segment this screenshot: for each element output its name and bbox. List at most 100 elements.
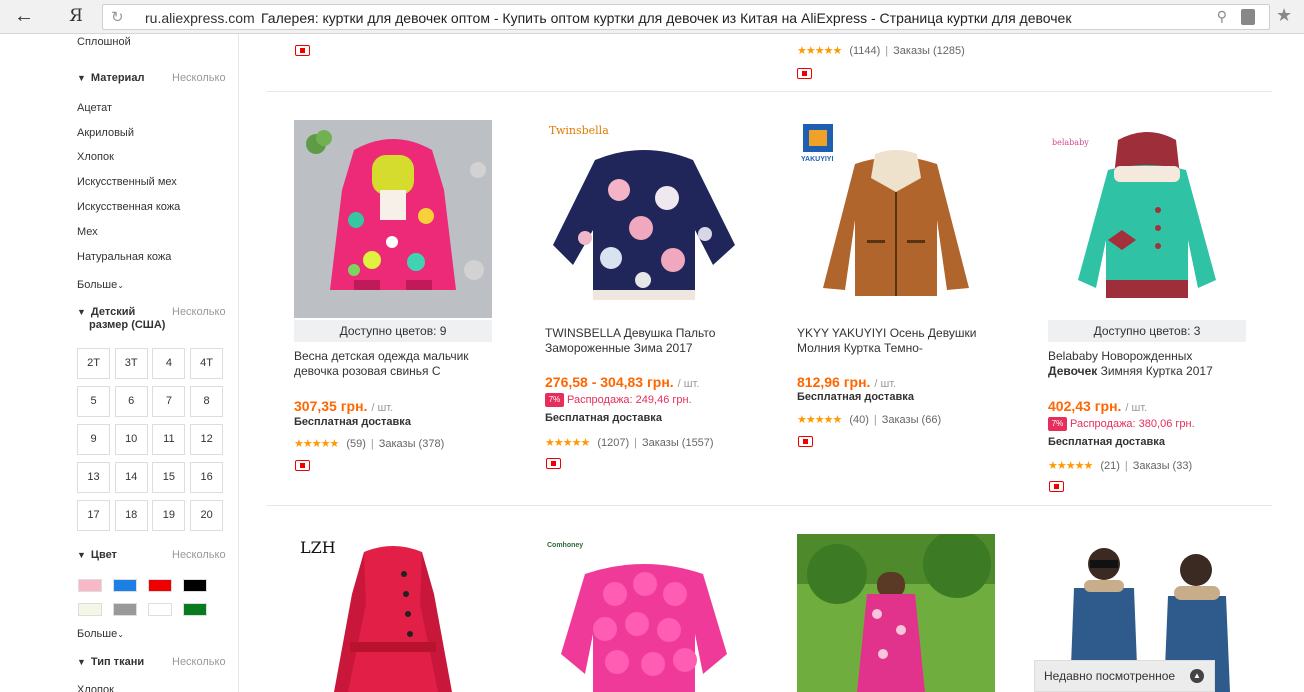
material-heading[interactable]: ▼ Материал <box>77 72 144 84</box>
video-icon[interactable] <box>1049 481 1064 492</box>
size-option[interactable]: 5 <box>77 386 110 417</box>
size-option[interactable]: 12 <box>190 424 224 455</box>
material-option[interactable]: Акриловый <box>77 127 134 139</box>
rating-stars: ★★★★★ <box>1048 460 1093 472</box>
color-heading[interactable]: ▼ Цвет <box>77 549 117 561</box>
product-title[interactable]: YKYY YAKUYIYI Осень Девушки Молния Куртк… <box>797 326 997 356</box>
back-arrow-icon[interactable]: ← <box>14 6 42 28</box>
size-option[interactable]: 11 <box>152 424 186 455</box>
fabric-option[interactable]: Хлопок <box>77 684 114 692</box>
size-option[interactable]: 18 <box>114 500 148 531</box>
size-option[interactable]: 20 <box>190 500 224 531</box>
size-option[interactable]: 3T <box>114 348 148 379</box>
brand-logo: YAKUYIYI <box>801 156 834 163</box>
color-swatch[interactable] <box>183 579 207 592</box>
color-multi[interactable]: Несколько <box>172 549 226 561</box>
size-option[interactable]: 7 <box>152 386 186 417</box>
brand-logo: Comhoney <box>547 542 584 549</box>
size-option[interactable]: 4 <box>152 348 186 379</box>
rating-stars: ★★★★★ <box>797 45 842 57</box>
product-image[interactable]: Comhoney <box>545 534 743 692</box>
product-image[interactable]: YAKUYIYI <box>797 120 995 318</box>
size-option[interactable]: 15 <box>152 462 186 493</box>
browser-toolbar: ← Я ↻ ru.aliexpress.com Галерея: куртки … <box>0 0 1304 34</box>
size-option[interactable]: 8 <box>190 386 224 417</box>
free-shipping: Бесплатная доставка <box>294 416 411 428</box>
fabric-multi[interactable]: Несколько <box>172 656 226 668</box>
video-icon[interactable] <box>798 436 813 447</box>
orders-link[interactable]: Заказы (378) <box>379 438 445 450</box>
rating-stars: ★★★★★ <box>294 438 339 450</box>
size-option[interactable]: 10 <box>114 424 148 455</box>
video-icon[interactable] <box>797 68 812 79</box>
product-rating: ★★★★★ (59) | Заказы (378) <box>294 438 445 450</box>
material-option[interactable]: Искусственный мех <box>77 176 177 188</box>
sale-price: 7% Распродажа: 380,06 грн. <box>1048 417 1195 431</box>
size-option[interactable]: 2T <box>77 348 110 379</box>
size-option[interactable]: 9 <box>77 424 110 455</box>
material-option[interactable]: Хлопок <box>77 151 114 163</box>
color-swatch[interactable] <box>113 579 137 592</box>
chevron-up-icon[interactable]: ▲ <box>1190 669 1204 683</box>
product-gallery: ★★★★★ (1144) | Заказы (1285) Доступно цвето… <box>240 34 1304 692</box>
color-swatch[interactable] <box>148 603 172 616</box>
size-option[interactable]: 14 <box>114 462 148 493</box>
color-swatch[interactable] <box>78 579 102 592</box>
orders-link[interactable]: Заказы (66) <box>882 414 941 426</box>
size-multi[interactable]: Несколько <box>172 306 226 318</box>
url-domain: ru.aliexpress.com <box>145 10 255 26</box>
size-option[interactable]: 13 <box>77 462 110 493</box>
product-image[interactable]: Twinsbella <box>545 120 743 318</box>
yandex-logo[interactable]: Я <box>56 5 96 29</box>
material-multi[interactable]: Несколько <box>172 72 226 84</box>
orders-link[interactable]: Заказы (33) <box>1133 460 1192 472</box>
video-icon[interactable] <box>546 458 561 469</box>
size-option[interactable]: 4T <box>190 348 224 379</box>
size-option[interactable]: 19 <box>152 500 186 531</box>
free-shipping: Бесплатная доставка <box>797 391 914 403</box>
fabric-heading[interactable]: ▼ Тип ткани <box>77 656 144 668</box>
material-option[interactable]: Натуральная кожа <box>77 251 171 263</box>
address-bar[interactable]: ↻ ru.aliexpress.com Галерея: куртки для … <box>102 4 1270 30</box>
product-price: 812,96 грн. / шт. <box>797 374 897 390</box>
product-image[interactable] <box>797 534 995 692</box>
rating-stars: ★★★★★ <box>545 437 590 449</box>
material-option[interactable]: Ацетат <box>77 102 112 114</box>
color-swatch[interactable] <box>148 579 172 592</box>
brand-logo: belababy <box>1052 138 1089 147</box>
star-icon[interactable]: ★ <box>1276 5 1292 26</box>
size-option[interactable]: 6 <box>114 386 148 417</box>
video-icon[interactable] <box>295 460 310 471</box>
material-option[interactable]: Искусственная кожа <box>77 201 180 213</box>
color-swatch[interactable] <box>113 603 137 616</box>
video-icon[interactable] <box>295 45 310 56</box>
material-more-link[interactable]: Больше⌄ <box>77 279 124 291</box>
size-heading[interactable]: ▼ Детский размер (США) <box>77 306 165 332</box>
orders-link[interactable]: Заказы (1285) <box>893 45 965 57</box>
filter-option-solid[interactable]: Сплошной <box>77 36 131 48</box>
search-icon[interactable]: ⚲ <box>1217 8 1227 25</box>
size-option[interactable]: 17 <box>77 500 110 531</box>
product-image[interactable]: LZH <box>294 534 492 692</box>
available-colors: Доступно цветов: 9 <box>294 320 492 342</box>
product-title[interactable]: Весна детская одежда мальчик девочка роз… <box>294 349 494 379</box>
row-divider <box>266 91 1272 92</box>
product-image[interactable]: belababy <box>1048 120 1246 318</box>
brand-logo: LZH <box>300 538 336 557</box>
color-swatch[interactable] <box>183 603 207 616</box>
product-rating: ★★★★★ (21) | Заказы (33) <box>1048 460 1193 472</box>
color-swatch[interactable] <box>78 603 102 616</box>
product-price: 276,58 - 304,83 грн. / шт. <box>545 374 700 390</box>
size-option[interactable]: 16 <box>190 462 224 493</box>
lock-icon[interactable] <box>1241 9 1255 25</box>
product-price: 402,43 грн. / шт. <box>1048 398 1148 414</box>
color-more-link[interactable]: Больше⌄ <box>77 628 124 640</box>
product-title[interactable]: TWINSBELLA Девушка Пальто Замороженные З… <box>545 326 745 356</box>
material-option[interactable]: Мех <box>77 226 98 238</box>
recently-viewed-panel[interactable]: Недавно посмотренное ▲ <box>1034 660 1215 692</box>
product-title[interactable]: Belababy Новорожденных Девочек Зимняя Кур… <box>1048 349 1248 379</box>
product-image[interactable] <box>294 120 492 318</box>
reload-icon[interactable]: ↻ <box>111 8 124 26</box>
triangle-down-icon: ▼ <box>77 73 86 83</box>
orders-link[interactable]: Заказы (1557) <box>642 437 714 449</box>
